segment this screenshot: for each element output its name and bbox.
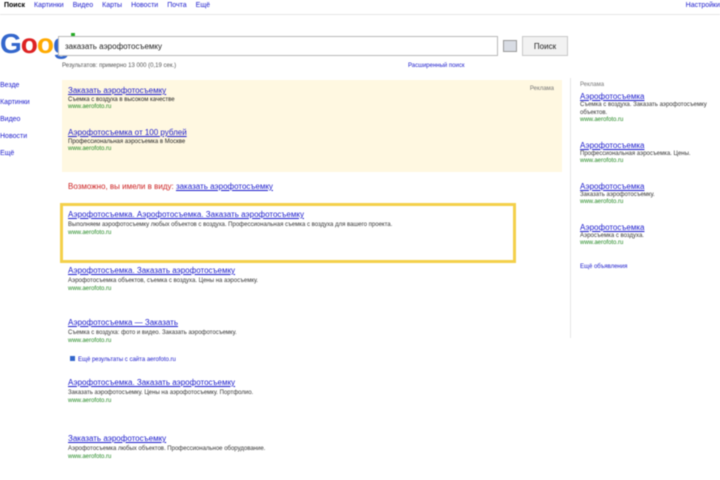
left-item[interactable]: Видео [0, 116, 30, 133]
result-url: www.aerofoto.ru [68, 454, 112, 460]
advanced-search-link[interactable]: Расширенный поиск [408, 63, 465, 69]
result-url: www.aerofoto.ru [68, 286, 112, 292]
rhs-ad-desc: Заказать аэрофотосъемку. [580, 192, 655, 198]
nav-item-mail[interactable]: Почта [167, 2, 186, 9]
ad-url: www.aerofoto.ru [68, 104, 112, 110]
rhs-ad: Аэрофотосъемка Профессиональная аэросъем… [580, 141, 720, 164]
top-nav-bar: Поиск Картинки Видео Карты Новости Почта Ещё Н… [0, 0, 720, 15]
result-url: www.aerofoto.ru [68, 398, 112, 404]
settings-link[interactable]: Настройки [686, 2, 720, 9]
rhs-ad-title[interactable]: Аэрофотосъемка [580, 182, 720, 191]
rhs-ad: Аэрофотосъемка Заказать аэрофотосъемку. … [580, 182, 720, 205]
search-result: Аэрофотосъемка — Заказать Съемка с возду… [68, 318, 498, 344]
rhs-ads-label: Реклама [580, 82, 605, 88]
rhs-ad-desc: Аэросъемка с воздуха. [580, 233, 644, 239]
nav-item-news[interactable]: Новости [131, 2, 158, 9]
ad-title[interactable]: Аэрофотосъемка от 100 рублей [68, 128, 187, 137]
ad-desc: Профессиональная аэросъемка в Москве [68, 139, 186, 145]
nav-item-video[interactable]: Видео [73, 2, 93, 9]
result-desc: Заказать аэрофотосъемку. Цены на аэрофот… [68, 390, 254, 396]
keyboard-icon[interactable] [503, 40, 517, 52]
nav-item-images[interactable]: Картинки [34, 2, 64, 9]
ad-title[interactable]: Заказать аэрофотосъемку [68, 86, 175, 95]
right-ads-column: Реклама Аэрофотосъемка Съемка с воздуха.… [580, 82, 720, 270]
rhs-ad-url: www.aerofoto.ru [580, 158, 624, 164]
result-url: www.aerofoto.ru [68, 338, 112, 344]
result-title[interactable]: Аэрофотосъемка. Заказать аэрофотосъемку [68, 266, 498, 275]
highlight-frame [60, 203, 516, 263]
ad-url: www.aerofoto.ru [68, 146, 112, 152]
result-desc: Аэрофотосъемка объектов, съемка с воздух… [68, 278, 259, 284]
top-ads-block: Реклама Заказать аэрофотосъемку Съемка с… [62, 80, 562, 172]
search-result: Аэрофотосъемка. Заказать аэрофотосъемку … [68, 266, 498, 292]
result-desc: Аэрофотосъемка любых объектов. Профессио… [68, 446, 266, 452]
result-desc: Съемка с воздуха: фото и видео. Заказать… [68, 330, 237, 336]
spell-prefix: Возможно, вы имели в виду: [68, 182, 174, 191]
rhs-ad-url: www.aerofoto.ru [580, 199, 624, 205]
nav-item-maps[interactable]: Карты [102, 2, 122, 9]
more-results-link[interactable]: Ещё результаты с сайта aerofoto.ru [70, 356, 176, 363]
rhs-ad-title[interactable]: Аэрофотосъемка [580, 141, 720, 150]
left-item[interactable]: Везде [0, 82, 30, 99]
left-item[interactable]: Картинки [0, 99, 30, 116]
rhs-ad-title[interactable]: Аэрофотосъемка [580, 223, 720, 232]
plus-icon [70, 356, 75, 361]
result-title[interactable]: Заказать аэрофотосъемку [68, 434, 498, 443]
nav-item-more[interactable]: Ещё [196, 2, 210, 9]
top-nav: Поиск Картинки Видео Карты Новости Почта Ещё [4, 2, 219, 9]
left-sidebar: Везде Картинки Видео Новости Ещё [0, 82, 30, 167]
rhs-ad-desc: Съемка с воздуха. Заказать аэрофотосъемк… [580, 102, 707, 116]
ads-label: Реклама [529, 86, 554, 92]
rhs-ad-url: www.aerofoto.ru [580, 117, 624, 123]
search-input[interactable]: заказать аэрофотосъемку [58, 36, 498, 56]
rhs-ad: Аэрофотосъемка Аэросъемка с воздуха. www… [580, 223, 720, 246]
more-ads-link[interactable]: Ещё объявления [580, 264, 720, 270]
rhs-ad: Аэрофотосъемка Съемка с воздуха. Заказат… [580, 92, 720, 123]
result-stats: Результатов: примерно 13 000 (0,19 сек.) [62, 63, 177, 69]
search-result: Заказать аэрофотосъемку Аэрофотосъемка л… [68, 434, 498, 460]
search-button[interactable]: Поиск [522, 36, 568, 56]
nav-item-search[interactable]: Поиск [4, 2, 25, 9]
rhs-ad-url: www.aerofoto.ru [580, 240, 624, 246]
rhs-ad-desc: Профессиональная аэросъемка. Цены. [580, 151, 691, 157]
ad-desc: Съемка с воздуха в высоком качестве [68, 97, 175, 103]
result-title[interactable]: Аэрофотосъемка — Заказать [68, 318, 498, 327]
ad-item: Заказать аэрофотосъемку Съемка с воздуха… [68, 86, 175, 110]
result-title[interactable]: Аэрофотосъемка. Заказать аэрофотосъемку [68, 378, 498, 387]
spell-suggestion: Возможно, вы имели в виду: заказать аэро… [68, 182, 273, 191]
spell-link[interactable]: заказать аэрофотосъемку [176, 182, 273, 191]
left-item[interactable]: Ещё [0, 150, 30, 167]
ad-item: Аэрофотосъемка от 100 рублей Профессиона… [68, 128, 187, 152]
left-item[interactable]: Новости [0, 133, 30, 150]
rhs-ad-title[interactable]: Аэрофотосъемка [580, 92, 720, 101]
column-divider [570, 78, 571, 338]
search-result: Аэрофотосъемка. Заказать аэрофотосъемку … [68, 378, 498, 404]
